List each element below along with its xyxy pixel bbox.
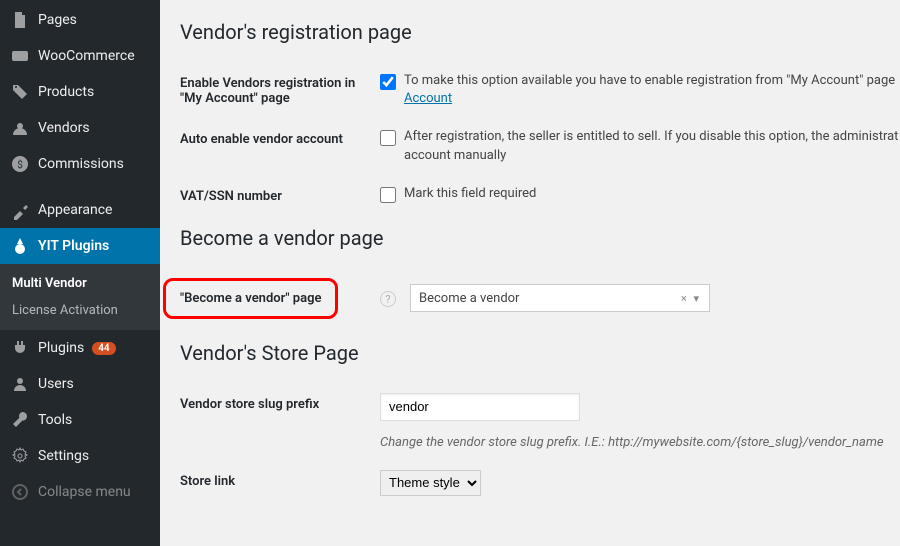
select-storelink[interactable]: Theme style <box>380 470 481 496</box>
sidebar-item-yit-plugins[interactable]: YIT Plugins <box>0 228 160 264</box>
sidebar-label: Products <box>38 84 94 100</box>
sidebar-item-appearance[interactable]: Appearance <box>0 192 160 228</box>
input-slug[interactable] <box>380 393 580 421</box>
row-vat: VAT/SSN number Mark this field required <box>180 175 900 214</box>
sidebar-sub-license[interactable]: License Activation <box>0 297 160 324</box>
yit-icon <box>10 236 30 256</box>
row-storelink: Store link Theme style <box>180 460 900 506</box>
label-slug: Vendor store slug prefix <box>180 393 380 412</box>
link-account[interactable]: Account <box>404 91 452 106</box>
sidebar-label: Users <box>38 376 74 392</box>
sidebar-item-vendors[interactable]: Vendors <box>0 110 160 146</box>
sidebar-label: WooCommerce <box>38 48 135 64</box>
label-become-page: "Become a vendor" page <box>163 278 338 319</box>
settings-icon <box>10 446 30 466</box>
sidebar-item-collapse[interactable]: Collapse menu <box>0 474 160 510</box>
desc-vat: Mark this field required <box>404 185 536 203</box>
sidebar-label: Pages <box>38 12 77 28</box>
row-enable-registration: Enable Vendors registration in "My Accou… <box>180 62 900 118</box>
woocommerce-icon <box>10 46 30 66</box>
sidebar-label: Tools <box>38 412 72 428</box>
select-controls: × ▾ <box>681 292 701 305</box>
products-icon <box>10 82 30 102</box>
pages-icon <box>10 10 30 30</box>
sidebar-item-settings[interactable]: Settings <box>0 438 160 474</box>
desc-enable-registration: To make this option available you have t… <box>404 72 895 108</box>
sidebar-label: Plugins <box>38 340 84 356</box>
select-value: Become a vendor <box>419 291 519 306</box>
checkbox-enable-registration[interactable] <box>380 74 396 90</box>
label-vat: VAT/SSN number <box>180 185 380 204</box>
vendors-icon <box>10 118 30 138</box>
plugins-icon <box>10 338 30 358</box>
sidebar-label: Collapse menu <box>38 484 131 500</box>
section-title-store: Vendor's Store Page <box>180 341 900 365</box>
collapse-icon <box>10 482 30 502</box>
sidebar-item-woocommerce[interactable]: WooCommerce <box>0 38 160 74</box>
sidebar-item-commissions[interactable]: $ Commissions <box>0 146 160 182</box>
hint-slug: Change the vendor store slug prefix. I.E… <box>380 435 884 450</box>
users-icon <box>10 374 30 394</box>
sidebar-item-tools[interactable]: Tools <box>0 402 160 438</box>
sidebar-label: Commissions <box>38 156 124 172</box>
admin-sidebar: Pages WooCommerce Products Vendors $ Com… <box>0 0 160 546</box>
select-become-page[interactable]: Become a vendor × ▾ <box>410 284 710 312</box>
sidebar-sub-multi-vendor[interactable]: Multi Vendor <box>0 270 160 297</box>
sidebar-item-plugins[interactable]: Plugins 44 <box>0 330 160 366</box>
sidebar-submenu: Multi Vendor License Activation <box>0 264 160 330</box>
sidebar-item-users[interactable]: Users <box>0 366 160 402</box>
appearance-icon <box>10 200 30 220</box>
commissions-icon: $ <box>10 154 30 174</box>
label-auto-enable: Auto enable vendor account <box>180 128 380 147</box>
row-auto-enable: Auto enable vendor account After registr… <box>180 118 900 174</box>
sidebar-item-pages[interactable]: Pages <box>0 2 160 38</box>
svg-text:$: $ <box>17 158 23 171</box>
row-slug: Vendor store slug prefix Change the vend… <box>180 383 900 460</box>
sidebar-label: Appearance <box>38 202 112 218</box>
label-storelink: Store link <box>180 470 380 489</box>
row-become-page: "Become a vendor" page ? Become a vendor… <box>180 268 900 329</box>
tools-icon <box>10 410 30 430</box>
label-enable-registration: Enable Vendors registration in "My Accou… <box>180 72 380 106</box>
sidebar-item-products[interactable]: Products <box>0 74 160 110</box>
main-content: Vendor's registration page Enable Vendor… <box>160 0 900 546</box>
sidebar-label: Settings <box>38 448 89 464</box>
plugins-badge: 44 <box>92 342 115 355</box>
section-title-become: Become a vendor page <box>180 226 900 250</box>
desc-auto-enable: After registration, the seller is entitl… <box>404 128 900 164</box>
sidebar-label: YIT Plugins <box>38 238 109 254</box>
checkbox-auto-enable[interactable] <box>380 130 396 146</box>
sidebar-label: Vendors <box>38 120 90 136</box>
help-icon[interactable]: ? <box>380 291 396 307</box>
checkbox-vat[interactable] <box>380 187 396 203</box>
section-title-registration: Vendor's registration page <box>180 20 900 44</box>
